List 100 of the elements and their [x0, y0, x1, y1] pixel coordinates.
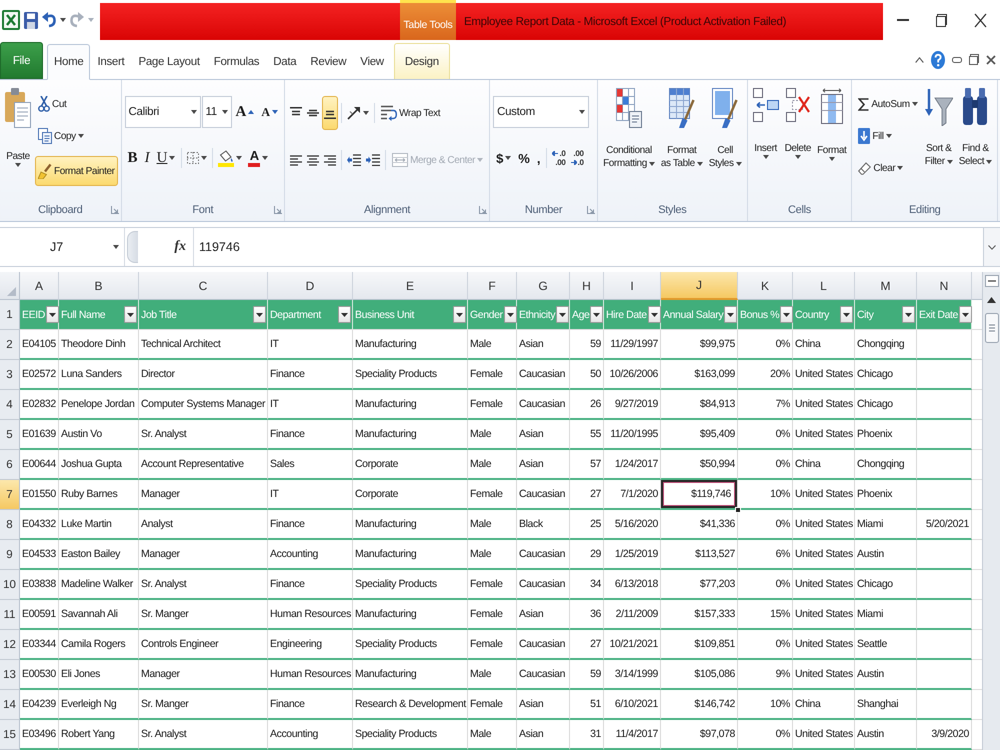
filter-button[interactable] — [648, 306, 661, 323]
filter-button[interactable] — [959, 306, 972, 323]
filter-button[interactable] — [504, 306, 517, 323]
row-number[interactable]: 4 — [0, 390, 20, 420]
currency-button[interactable]: $ — [493, 146, 514, 170]
row-number[interactable]: 3 — [0, 360, 20, 390]
column-header[interactable]: K — [738, 272, 793, 300]
close-icon[interactable] — [986, 54, 996, 64]
column-header[interactable]: M — [855, 272, 917, 300]
row-number[interactable]: 10 — [0, 570, 20, 600]
ribbon-tab[interactable]: Data — [266, 43, 304, 79]
format-as-table-button[interactable]: Format as Table — [658, 87, 705, 199]
row-number[interactable]: 7 — [0, 480, 20, 510]
find-select-button[interactable]: Find & Select — [956, 87, 994, 199]
font-color-button[interactable]: A — [245, 146, 272, 170]
ribbon-tab[interactable]: Page Layout — [131, 43, 207, 79]
scrollbar-thumb[interactable] — [984, 313, 998, 343]
corner-arrow-icon[interactable] — [587, 206, 596, 214]
corner-arrow-icon[interactable] — [110, 206, 119, 214]
conditional-formatting-button[interactable]: Conditional Formatting — [601, 87, 657, 199]
save-icon[interactable] — [24, 12, 38, 28]
filter-button[interactable] — [253, 306, 266, 323]
ribbon-tab[interactable]: Review — [303, 43, 354, 79]
number-format-combo[interactable]: Custom — [493, 96, 590, 128]
minus-box-icon[interactable] — [984, 275, 998, 287]
minimize-icon[interactable] — [896, 19, 908, 21]
column-header[interactable]: I — [604, 272, 661, 300]
column-header[interactable]: H — [570, 272, 604, 300]
column-header[interactable]: F — [468, 272, 517, 300]
column-header[interactable]: E — [353, 272, 468, 300]
help-icon[interactable] — [931, 50, 945, 68]
filter-button[interactable] — [840, 306, 853, 323]
fill-handle[interactable] — [735, 507, 741, 513]
filter-button[interactable] — [902, 306, 915, 323]
bold-button[interactable]: B — [124, 146, 141, 170]
ribbon-tab[interactable]: Formulas — [206, 43, 266, 79]
italic-button[interactable]: I — [142, 146, 153, 170]
comma-style-button[interactable]: , — [534, 146, 544, 170]
row-number[interactable]: 8 — [0, 510, 20, 540]
caret-up-icon[interactable] — [915, 56, 924, 62]
font-size-combo[interactable]: 11 — [202, 96, 232, 128]
row-number[interactable]: 1 — [0, 300, 20, 330]
file-tab[interactable]: File — [0, 42, 43, 79]
name-box[interactable]: J7 — [0, 228, 125, 266]
minimize-icon[interactable] — [952, 56, 962, 62]
insert-cells-button[interactable]: Insert — [750, 87, 781, 199]
column-header[interactable]: B — [59, 272, 139, 300]
cut-button[interactable]: Cut — [35, 92, 70, 116]
filter-button[interactable] — [124, 306, 137, 323]
ribbon-tab[interactable]: Design — [394, 43, 450, 79]
corner-arrow-icon[interactable] — [274, 206, 282, 214]
decrease-decimal-button[interactable]: .00 .0 — [568, 146, 586, 170]
row-number[interactable]: 13 — [0, 660, 20, 690]
row-number[interactable]: 5 — [0, 420, 20, 450]
clear-button[interactable]: Clear — [855, 156, 906, 180]
row-number[interactable]: 12 — [0, 630, 20, 660]
underline-button[interactable]: U — [154, 146, 178, 170]
caret-down-icon[interactable] — [60, 18, 66, 22]
format-painter-button[interactable]: Format Painter — [35, 156, 118, 186]
row-number[interactable]: 14 — [0, 690, 20, 720]
filter-button[interactable] — [453, 306, 466, 323]
column-header[interactable]: J — [661, 272, 738, 300]
cell-styles-button[interactable]: Cell Styles — [706, 87, 744, 199]
column-header[interactable]: C — [139, 272, 268, 300]
column-header[interactable]: A — [20, 272, 59, 300]
row-number[interactable]: 2 — [0, 330, 20, 360]
shrink-font-button[interactable]: A — [258, 100, 282, 124]
close-icon[interactable] — [974, 12, 986, 28]
format-cells-button[interactable]: Format — [815, 87, 848, 199]
filter-button[interactable] — [338, 306, 351, 323]
wrap-text-button[interactable]: Wrap Text — [378, 101, 444, 125]
filter-button[interactable] — [724, 306, 738, 323]
column-header[interactable]: D — [268, 272, 353, 300]
column-header[interactable]: G — [517, 272, 570, 300]
align-bottom-button[interactable] — [322, 96, 338, 130]
increase-decimal-button[interactable]: .0 .00 — [550, 146, 568, 170]
filter-button[interactable] — [556, 306, 570, 323]
copy-button[interactable]: Copy — [35, 124, 87, 148]
fill-button[interactable]: Fill — [855, 124, 895, 148]
row-number[interactable]: 6 — [0, 450, 20, 480]
insert-function-button[interactable]: fx — [171, 238, 189, 256]
column-header[interactable]: L — [793, 272, 855, 300]
column-header[interactable]: N — [917, 272, 972, 300]
percent-button[interactable]: % — [515, 146, 533, 170]
row-number[interactable]: 15 — [0, 720, 20, 750]
ribbon-tab[interactable]: Home — [47, 44, 90, 80]
undo-icon[interactable] — [42, 12, 56, 28]
row-number[interactable]: 9 — [0, 540, 20, 570]
delete-cells-button[interactable]: Delete — [782, 87, 814, 199]
grow-font-button[interactable]: A — [232, 100, 258, 124]
filter-button[interactable] — [780, 306, 794, 323]
spreadsheet-logo-icon[interactable] — [2, 10, 20, 30]
filter-button[interactable] — [46, 306, 59, 323]
row-number[interactable]: 11 — [0, 600, 20, 630]
ribbon-tab[interactable]: View — [353, 43, 391, 79]
restore-icon[interactable] — [936, 14, 946, 26]
restore-icon[interactable] — [969, 54, 979, 65]
sort-filter-button[interactable]: Sort & Filter — [922, 87, 955, 199]
paste-button[interactable]: Paste — [3, 87, 33, 199]
filter-button[interactable] — [590, 306, 604, 323]
